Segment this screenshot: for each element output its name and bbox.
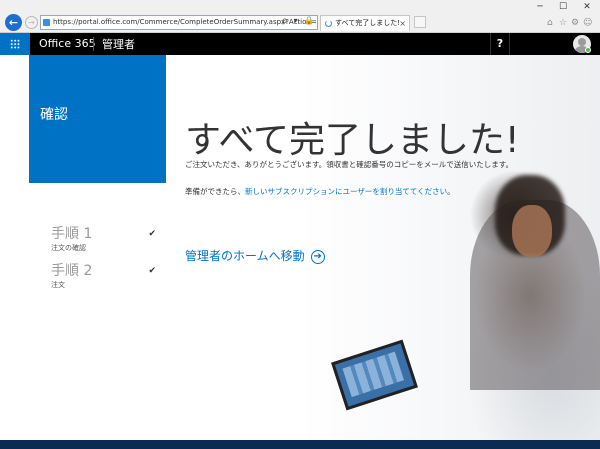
suite-bar: Office 365 管理者 ? [0,33,600,55]
brand-title[interactable]: Office 365 [39,37,96,50]
tab-close-button[interactable]: × [399,16,406,31]
step-subtitle: 注文 [51,281,65,289]
ready-suffix: 。 [447,187,455,196]
ready-message: 準備ができたら、新しいサブスクリプションにユーザーを割り当ててください。 [185,186,455,197]
thanks-message: ご注文いただき、ありがとうございます。領収書と確認番号のコピーをメールで送信いた… [185,160,513,169]
page-title: すべて完了しました! [185,120,520,161]
address-url: https://portal.office.com/Commerce/Compl… [53,18,317,26]
favorites-icon[interactable]: ☆ [559,18,567,28]
minimize-button[interactable]: ─ [533,2,547,12]
browser-window: ← → https://portal.office.com/Commerce/C… [0,0,600,440]
presence-icon [585,47,591,53]
section-title: 確認 [40,107,68,123]
forward-button[interactable]: → [25,16,38,29]
browser-chrome: ← → https://portal.office.com/Commerce/C… [0,0,600,33]
app-launcher-button[interactable] [0,33,30,55]
home-icon[interactable]: ⌂ [547,18,553,28]
step-list: 手順 1 注文の確認 ✔ 手順 2 注文 ✔ [51,223,166,297]
tab-title: すべて完了しました! [335,19,401,27]
section-header-box: 確認 [29,55,166,183]
back-button[interactable]: ← [5,14,22,31]
loading-icon [325,20,332,27]
page-icon [43,19,50,26]
help-button[interactable]: ? [490,33,510,55]
admin-home-link[interactable]: 管理者のホームへ移動 ➔ [185,247,325,264]
settings-icon[interactable]: ⚙ [571,18,579,28]
suitebar-divider [93,37,94,51]
admin-home-label: 管理者のホームへ移動 [185,249,305,263]
maximize-button[interactable]: ☐ [556,2,570,12]
page-content: 確認 手順 1 注文の確認 ✔ 手順 2 注文 ✔ すべて完了しました! ご注文… [0,55,600,440]
ready-prefix: 準備ができたら、 [185,187,245,196]
checkmark-icon: ✔ [148,266,156,276]
step-subtitle: 注文の確認 [51,244,86,252]
new-tab-button[interactable] [414,16,426,28]
app-title[interactable]: 管理者 [102,36,135,52]
arrow-right-icon: ➔ [310,249,325,264]
tab-active[interactable]: すべて完了しました! × [320,15,410,31]
hero-person-face [512,205,552,257]
feedback-icon[interactable]: ☺ [583,18,592,28]
close-window-button[interactable]: ✕ [580,2,594,12]
checkmark-icon: ✔ [148,229,156,239]
step-item: 手順 2 注文 ✔ [51,260,166,297]
taskbar [0,440,600,449]
assign-users-link[interactable]: 新しいサブスクリプションにユーザーを割り当ててください [245,187,447,196]
address-bar[interactable]: https://portal.office.com/Commerce/Compl… [40,15,318,30]
waffle-icon [10,39,20,49]
step-item: 手順 1 注文の確認 ✔ [51,223,166,260]
left-margin [0,55,29,440]
